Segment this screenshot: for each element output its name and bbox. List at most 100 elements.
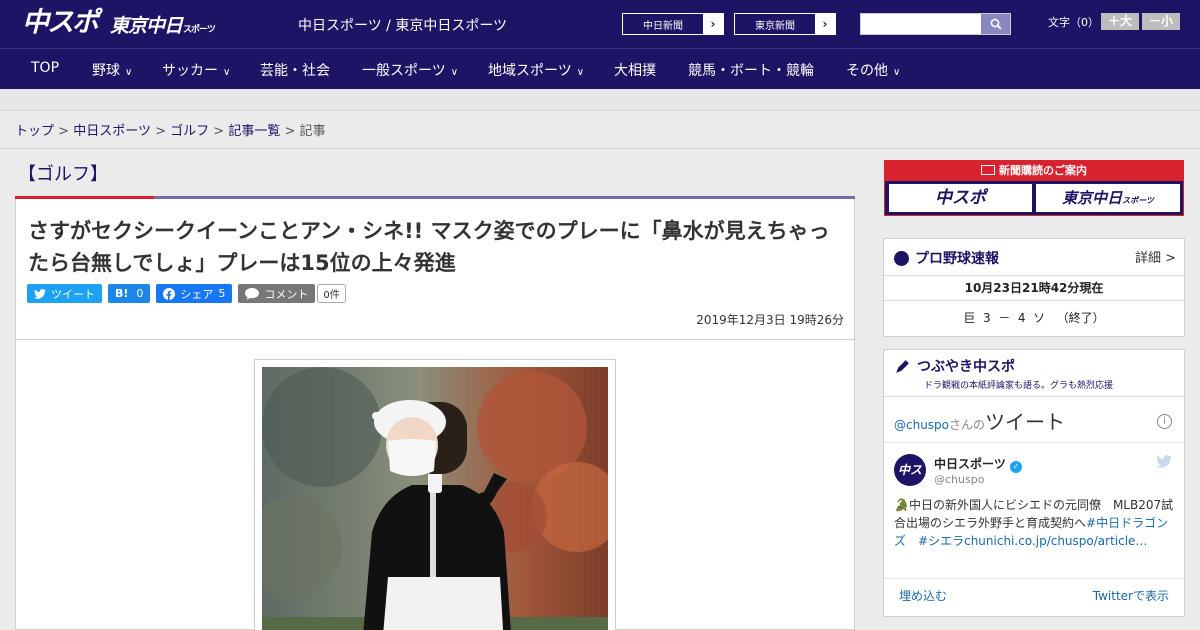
search-input[interactable] <box>860 13 1011 35</box>
baseball-widget-header: プロ野球速報 <box>894 248 999 268</box>
chunichi-shimbun-label: 中日新聞 <box>643 20 683 32</box>
hatena-bookmark-button[interactable]: B! 0 <box>108 284 151 303</box>
timeline-san: さんの <box>949 418 986 432</box>
breadcrumb-chuspo[interactable]: 中日スポーツ <box>73 124 151 139</box>
chunichi-shimbun-link[interactable]: 中日新聞 › <box>622 13 724 35</box>
tokyo-chunichi-logo-text: 東京中日 <box>110 15 183 37</box>
subscribe-tokyo-label: 東京中日 <box>1062 189 1123 207</box>
comment-label: コメント <box>264 287 309 301</box>
chevron-down-icon: ∨ <box>576 67 585 78</box>
article-photo[interactable] <box>262 367 608 630</box>
breadcrumb-list[interactable]: 記事一覧 <box>228 124 280 139</box>
nav-label: 芸能・社会 <box>260 63 330 79</box>
subscription-heading: 新聞購読のご案内 <box>885 161 1183 181</box>
sub-nav-strip <box>0 89 1200 111</box>
speech-bubble-icon <box>245 287 260 300</box>
divider <box>884 396 1184 397</box>
breadcrumb-separator: > <box>284 124 296 139</box>
breadcrumb-golf[interactable]: ゴルフ <box>170 124 209 139</box>
tokyo-shimbun-label: 東京新聞 <box>755 20 795 32</box>
newspaper-icon <box>981 165 995 175</box>
nav-item-baseball[interactable]: 野球 ∨ <box>92 60 132 80</box>
divider <box>884 275 1184 276</box>
tokyo-shimbun-link[interactable]: 東京新聞 › <box>734 13 836 35</box>
divider <box>0 148 1200 149</box>
tsubuyaki-header: つぶやき中スポ <box>894 356 1015 376</box>
nav-item-local-sports[interactable]: 地域スポーツ ∨ <box>488 60 584 80</box>
nav-item-soccer[interactable]: サッカー ∨ <box>162 60 230 80</box>
breadcrumb-separator: > <box>155 124 166 139</box>
facebook-share-count: 5 <box>218 287 226 300</box>
golfer-photo-illustration <box>262 367 608 630</box>
nav-label: 野球 <box>92 63 120 79</box>
chuspo-logo[interactable]: 中スポ <box>22 6 99 40</box>
tsubuyaki-title: つぶやき中スポ <box>917 359 1015 375</box>
baseball-scores-widget: プロ野球速報 詳細 > 10月23日21時42分現在 巨 3 － 4 ソ （終了… <box>883 238 1185 337</box>
nav-item-entertainment[interactable]: 芸能・社会 <box>260 60 330 80</box>
view-on-twitter-link[interactable]: Twitterで表示 <box>1093 587 1169 604</box>
tokyo-chunichi-logo[interactable]: 東京中日スポーツ <box>110 11 216 38</box>
comment-count: 0件 <box>317 284 346 303</box>
font-smaller-button[interactable]: －小 <box>1142 13 1180 30</box>
account-name-text: 中日スポーツ <box>934 457 1006 471</box>
subscribe-tokyo-small: スポーツ <box>1122 196 1154 205</box>
embed-link[interactable]: 埋め込む <box>899 587 947 604</box>
main-nav: TOP 野球 ∨ サッカー ∨ 芸能・社会 一般スポーツ ∨ 地域スポーツ ∨ 大相撲 … <box>0 48 1200 89</box>
chevron-right-icon: › <box>703 14 723 34</box>
share-bar: ツイート B! 0 シェア 5 コメント 0件 <box>27 284 346 303</box>
timeline-header: @chuspoさんのツイート <box>894 406 1065 435</box>
nav-label: 地域スポーツ <box>488 63 572 79</box>
tweet-link[interactable]: chunichi.co.jp/chuspo/article… <box>964 534 1147 548</box>
tweet-button[interactable]: ツイート <box>27 284 102 303</box>
article-photo-frame <box>254 359 616 630</box>
subscription-banner: 新聞購読のご案内 中スポ 東京中日スポーツ <box>884 160 1184 216</box>
nav-label: 大相撲 <box>614 63 656 79</box>
hatena-icon: B! <box>115 287 129 300</box>
nav-item-top[interactable]: TOP <box>31 60 59 76</box>
breadcrumb-current: 記事 <box>299 124 326 139</box>
facebook-share-button[interactable]: シェア 5 <box>156 284 233 303</box>
account-name[interactable]: 中日スポーツ ✓ <box>934 455 1022 473</box>
account-avatar[interactable]: 中ス <box>894 454 926 486</box>
chevron-down-icon: ∨ <box>450 67 459 78</box>
tweet-hashtag[interactable]: #シエラ <box>918 534 964 548</box>
twitter-bird-icon[interactable] <box>1156 455 1172 468</box>
tokyo-chunichi-logo-small: スポーツ <box>183 25 216 35</box>
facebook-share-label: シェア <box>180 287 214 301</box>
nav-item-keiba[interactable]: 競馬・ボート・競輪 <box>688 60 814 80</box>
tsubuyaki-subtitle: ドラ観戦の本紙評論家も語る。グラも熱烈応援 <box>924 381 1114 391</box>
breadcrumb-separator: > <box>213 124 225 139</box>
breadcrumb-separator: > <box>58 124 70 139</box>
baseball-updated-time: 10月23日21時42分現在 <box>964 281 1104 295</box>
publish-date: 2019年12月3日 19時26分 <box>696 313 844 327</box>
comment-button[interactable]: コメント <box>238 284 316 303</box>
divider <box>884 578 1184 579</box>
font-larger-button[interactable]: ＋大 <box>1101 13 1139 30</box>
article-category: 【ゴルフ】 <box>18 164 108 185</box>
timeline-handle[interactable]: @chuspo <box>894 418 949 432</box>
site-header: 中スポ 東京中日スポーツ 中日スポーツ / 東京中日スポーツ 中日新聞 › 東京… <box>0 0 1200 48</box>
info-icon[interactable]: i <box>1157 414 1172 429</box>
hatena-count: 0 <box>136 287 144 300</box>
nav-item-sumo[interactable]: 大相撲 <box>614 60 656 80</box>
subscribe-chuspo-button[interactable]: 中スポ <box>889 184 1032 212</box>
baseball-widget-title: プロ野球速報 <box>915 251 999 267</box>
nav-label: 競馬・ボート・競輪 <box>688 63 814 79</box>
search-icon <box>990 18 1002 30</box>
nav-item-other[interactable]: その他 ∨ <box>846 60 900 80</box>
baseball-score[interactable]: 巨 3 － 4 ソ （終了） <box>884 309 1184 326</box>
search-button[interactable] <box>981 14 1010 34</box>
breadcrumb: トップ > 中日スポーツ > ゴルフ > 記事一覧 > 記事 <box>15 120 326 139</box>
subscribe-tokyo-button[interactable]: 東京中日スポーツ <box>1036 184 1180 212</box>
account-handle[interactable]: @chuspo <box>934 473 984 486</box>
nav-label: 一般スポーツ <box>362 63 446 79</box>
nav-item-general-sports[interactable]: 一般スポーツ ∨ <box>362 60 458 80</box>
baseball-detail-link[interactable]: 詳細 > <box>1135 247 1176 266</box>
pen-icon <box>896 359 909 373</box>
twitter-icon <box>34 288 46 299</box>
divider <box>884 300 1184 301</box>
breadcrumb-top[interactable]: トップ <box>15 124 54 139</box>
chevron-right-icon: › <box>815 14 835 34</box>
tweet-text: 🐊中日の新外国人にビシエドの元同僚 MLB207試合出場のシエラ外野手と育成契約… <box>894 496 1176 550</box>
font-size-label: 文字（0） <box>1048 16 1099 29</box>
